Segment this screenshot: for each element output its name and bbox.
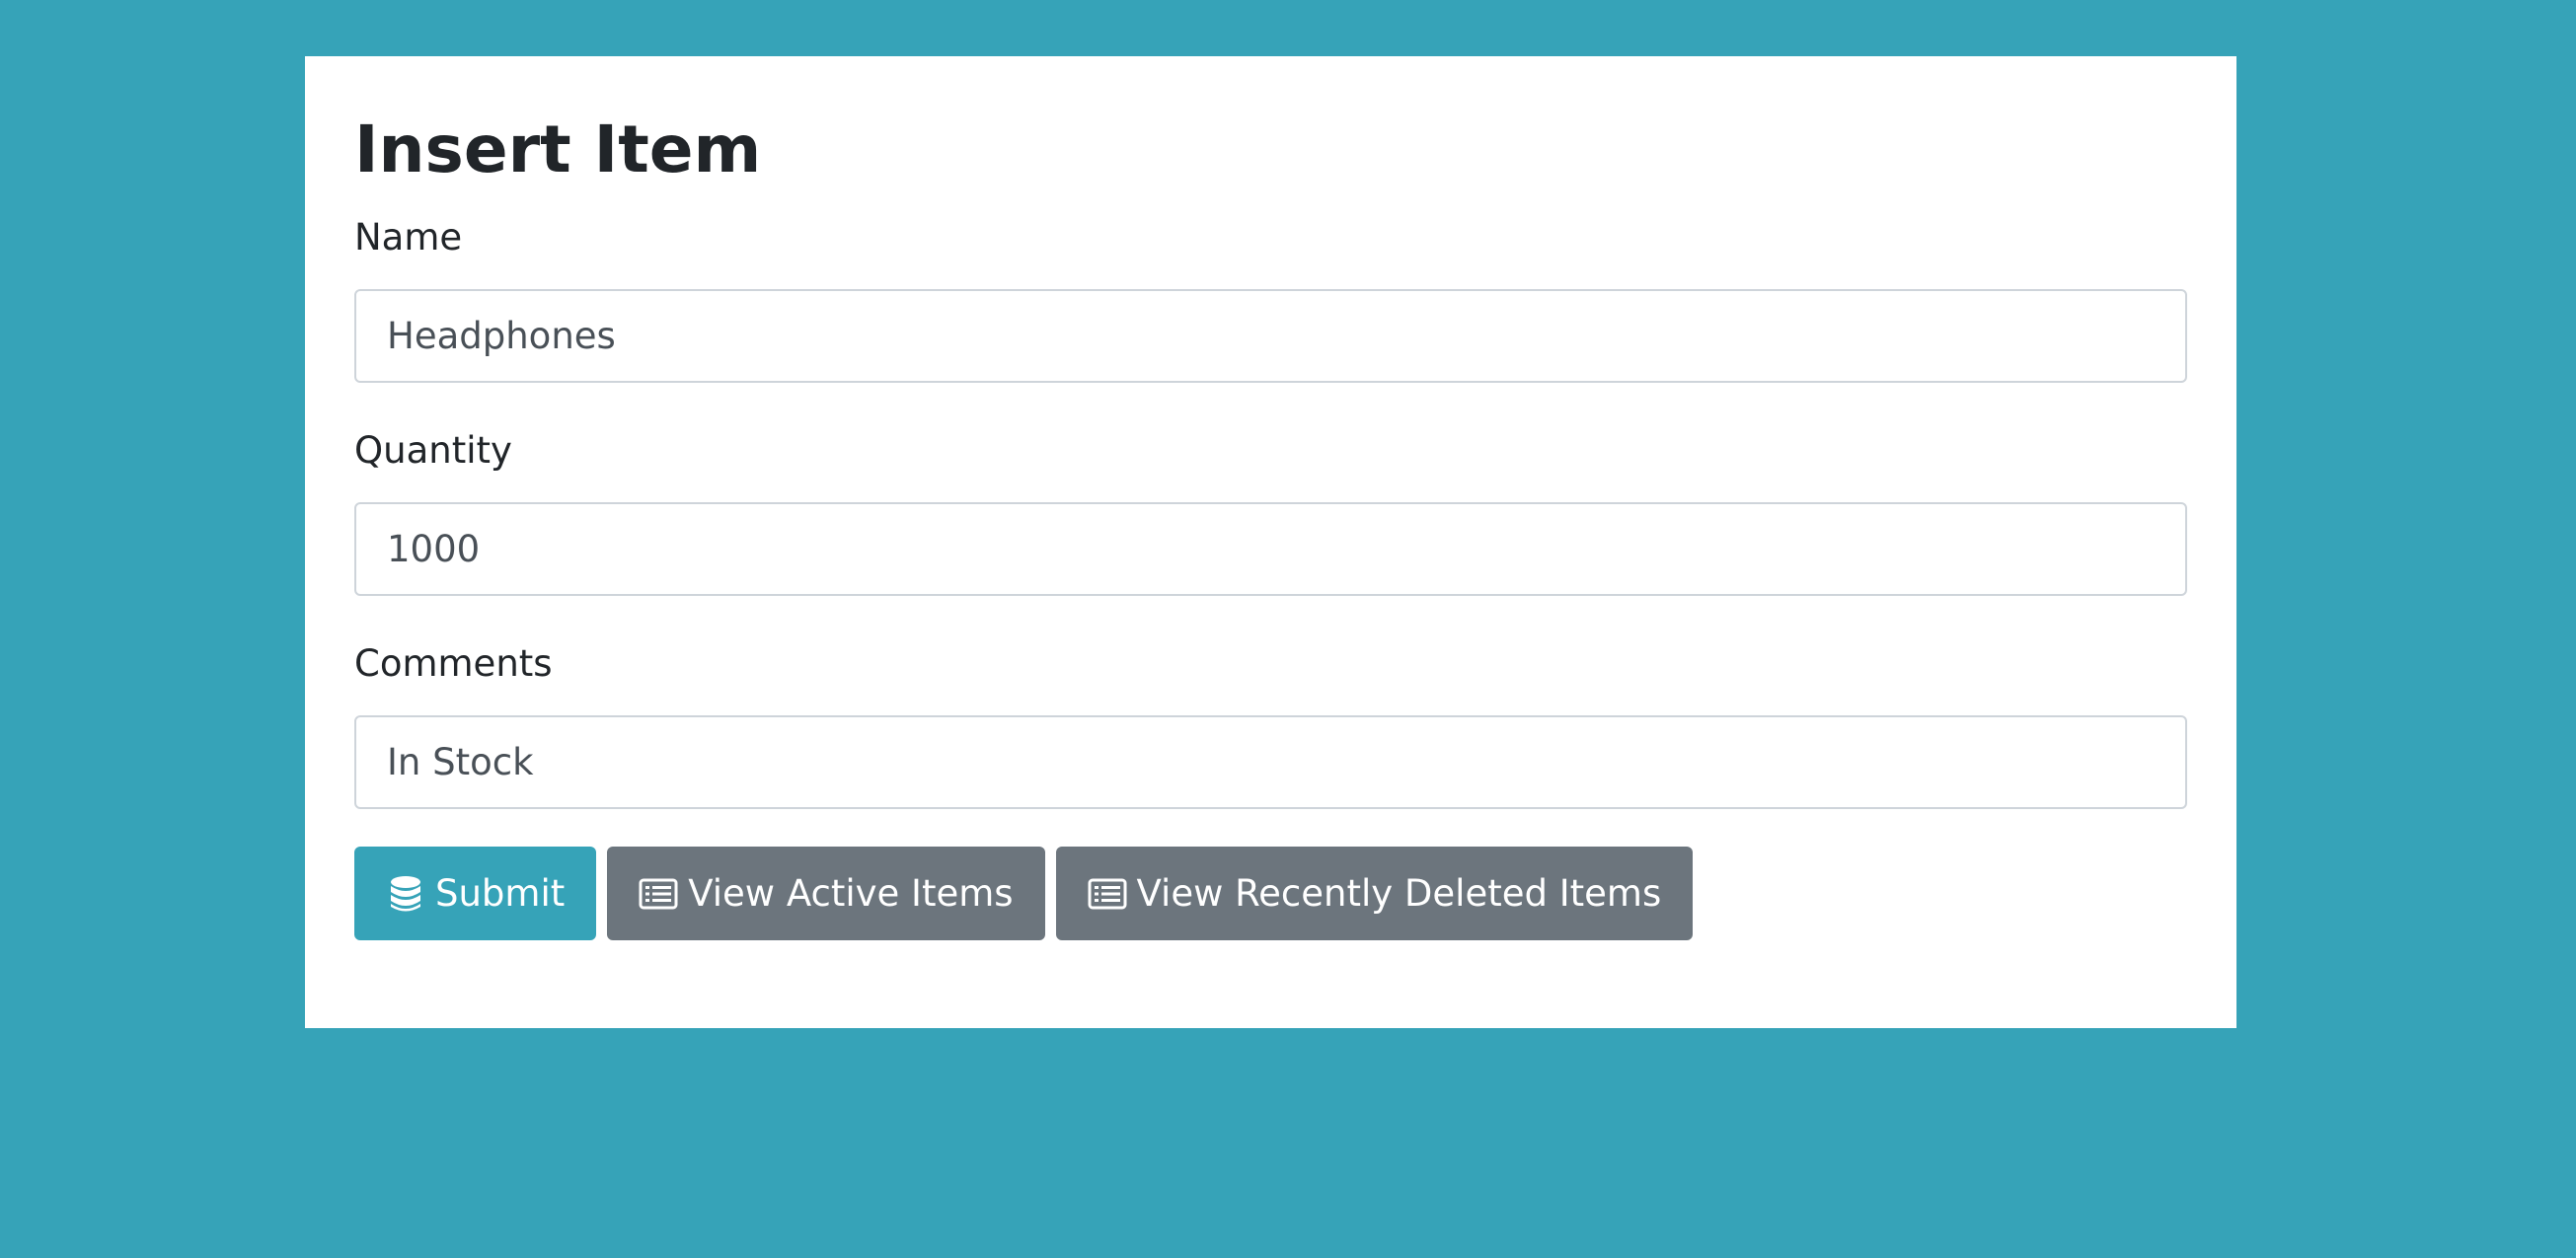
insert-item-card: Insert Item Name Quantity Comments Submi… bbox=[305, 56, 2236, 1028]
comments-label: Comments bbox=[354, 642, 553, 685]
name-label: Name bbox=[354, 216, 463, 259]
view-active-items-label: View Active Items bbox=[688, 872, 1014, 915]
quantity-input[interactable] bbox=[354, 502, 2187, 596]
view-recently-deleted-items-label: View Recently Deleted Items bbox=[1136, 872, 1662, 915]
view-recently-deleted-items-button[interactable]: View Recently Deleted Items bbox=[1055, 847, 1694, 940]
list-icon bbox=[639, 874, 678, 914]
submit-button[interactable]: Submit bbox=[354, 847, 597, 940]
list-icon bbox=[1088, 874, 1127, 914]
quantity-label: Quantity bbox=[354, 429, 512, 472]
view-active-items-button[interactable]: View Active Items bbox=[607, 847, 1045, 940]
button-row: Submit View Active Items View Recently D… bbox=[354, 847, 1694, 940]
comments-field-group: Comments bbox=[354, 640, 2187, 809]
comments-input[interactable] bbox=[354, 715, 2187, 809]
page-title: Insert Item bbox=[354, 111, 762, 187]
name-input[interactable] bbox=[354, 289, 2187, 383]
name-field-group: Name bbox=[354, 214, 2187, 383]
quantity-field-group: Quantity bbox=[354, 427, 2187, 596]
database-icon bbox=[386, 874, 425, 914]
submit-button-label: Submit bbox=[435, 872, 566, 915]
